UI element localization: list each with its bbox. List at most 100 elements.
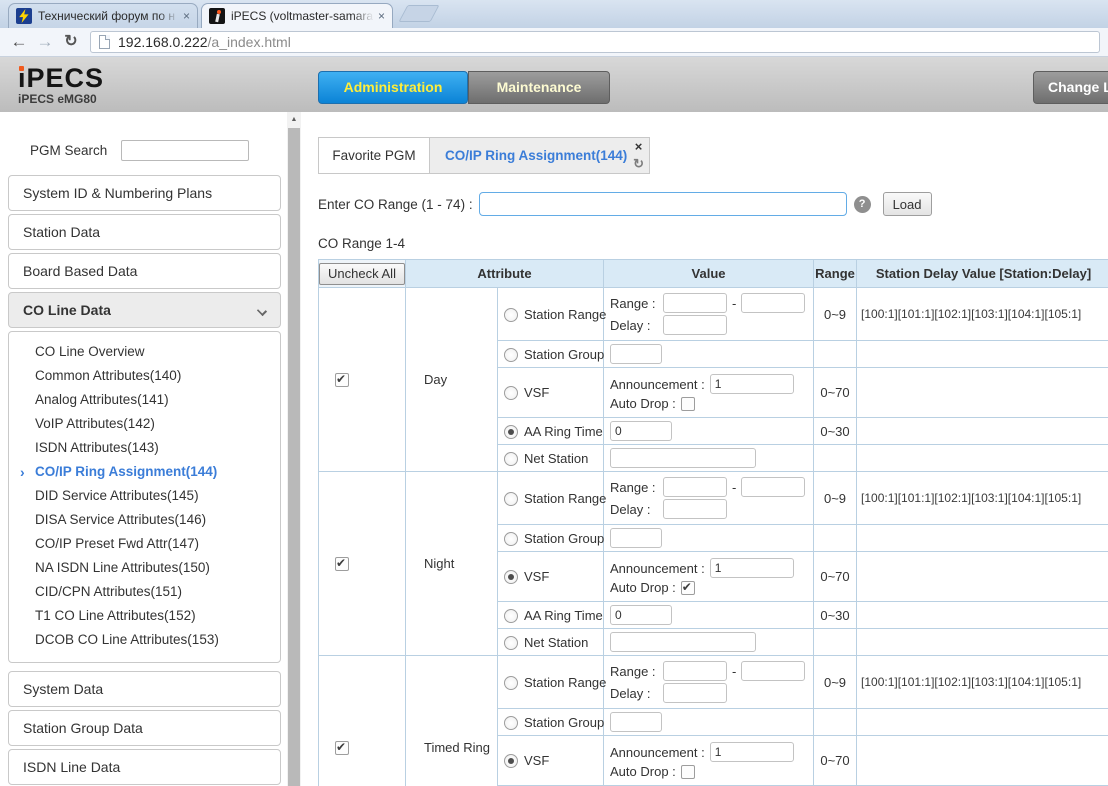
forum-favicon-icon — [16, 8, 32, 24]
help-icon[interactable]: ? — [854, 196, 871, 213]
night-auto-drop-checkbox[interactable] — [681, 581, 695, 595]
sidebar-item-system-data[interactable]: System Data — [8, 671, 281, 707]
sidebar-item-station-group-data[interactable]: Station Group Data — [8, 710, 281, 746]
logo-dot-icon — [19, 66, 24, 71]
station-delay-value: [100:1][101:1][102:1][103:1][104:1][105:… — [857, 288, 1108, 341]
header-range: Range — [814, 260, 857, 288]
scrollbar-thumb[interactable] — [288, 128, 300, 786]
forward-icon[interactable]: → — [32, 29, 58, 55]
uncheck-all-button[interactable]: Uncheck All — [319, 263, 405, 285]
browser-tab-bar: Технический форум по н × iPECS (voltmast… — [0, 0, 1108, 28]
day-vsf-radio[interactable] — [504, 386, 518, 400]
reload-icon[interactable]: ↻ — [58, 29, 84, 55]
day-station-range-radio[interactable] — [504, 308, 518, 322]
tab-close-icon[interactable]: × — [378, 9, 385, 23]
chevron-down-icon — [257, 306, 267, 316]
night-station-range-radio[interactable] — [504, 492, 518, 506]
lightning-icon — [18, 9, 30, 23]
range-value: 0~9 — [814, 288, 857, 341]
submenu-item-na-isdn-line[interactable]: NA ISDN Line Attributes(150) — [9, 556, 280, 580]
submenu-item-coip-ring-assignment[interactable]: › CO/IP Ring Assignment(144) — [9, 460, 280, 484]
day-aa-ring-time-input[interactable] — [610, 421, 672, 441]
tab-favorite-pgm[interactable]: Favorite PGM — [318, 137, 429, 174]
timed-ring-checkbox[interactable] — [335, 741, 349, 755]
night-delay-input[interactable] — [663, 499, 727, 519]
day-station-group-radio[interactable] — [504, 348, 518, 362]
night-checkbox[interactable] — [335, 557, 349, 571]
submenu-item-t1-co-line[interactable]: T1 CO Line Attributes(152) — [9, 604, 280, 628]
sidebar-item-co-line-data[interactable]: CO Line Data — [8, 292, 281, 328]
submenu-item-voip-attributes[interactable]: VoIP Attributes(142) — [9, 412, 280, 436]
change-language-button[interactable]: Change L — [1033, 71, 1108, 104]
tab-refresh-icon[interactable]: ↻ — [633, 157, 644, 171]
tab-title: Технический форум по н — [38, 9, 179, 23]
new-tab-button[interactable] — [398, 5, 439, 22]
night-aa-ring-time-input[interactable] — [610, 605, 672, 625]
pgm-search-input[interactable] — [121, 140, 249, 161]
day-station-group-input[interactable] — [610, 344, 662, 364]
day-announcement-input[interactable] — [710, 374, 794, 394]
browser-tab-ipecs[interactable]: iPECS (voltmaster-samara × — [201, 3, 393, 28]
sidebar-item-board-based-data[interactable]: Board Based Data — [8, 253, 281, 289]
night-range-from-input[interactable] — [663, 477, 727, 497]
submenu-item-co-line-overview[interactable]: CO Line Overview — [9, 340, 280, 364]
back-icon[interactable]: ← — [6, 29, 32, 55]
day-aa-ring-time-radio[interactable] — [504, 425, 518, 439]
timed-auto-drop-checkbox[interactable] — [681, 765, 695, 779]
submenu-item-cid-cpn[interactable]: CID/CPN Attributes(151) — [9, 580, 280, 604]
address-bar[interactable]: 192.168.0.222/a_index.html — [90, 31, 1100, 53]
timed-delay-input[interactable] — [663, 683, 727, 703]
co-range-input[interactable] — [479, 192, 847, 216]
day-checkbox-cell — [319, 288, 406, 472]
night-announcement-input[interactable] — [710, 558, 794, 578]
tab-close-icon[interactable]: × — [183, 9, 190, 23]
timed-station-group-radio[interactable] — [504, 716, 518, 730]
maintenance-button[interactable]: Maintenance — [468, 71, 610, 104]
sidebar-scrollbar[interactable]: ▲ — [287, 112, 301, 786]
submenu-item-isdn-attributes[interactable]: ISDN Attributes(143) — [9, 436, 280, 460]
night-vsf-radio[interactable] — [504, 570, 518, 584]
day-net-station-radio[interactable] — [504, 452, 518, 466]
day-auto-drop-checkbox[interactable] — [681, 397, 695, 411]
day-checkbox[interactable] — [335, 373, 349, 387]
night-aa-ring-time-radio[interactable] — [504, 609, 518, 623]
submenu-item-analog-attributes[interactable]: Analog Attributes(141) — [9, 388, 280, 412]
timed-ring-checkbox-cell — [319, 656, 406, 786]
submenu-item-dcob-co-line[interactable]: DCOB CO Line Attributes(153) — [9, 628, 280, 652]
night-checkbox-cell — [319, 472, 406, 656]
day-range-from-input[interactable] — [663, 293, 727, 313]
timed-range-to-input[interactable] — [741, 661, 805, 681]
co-range-label: Enter CO Range (1 - 74) : — [318, 197, 473, 212]
ipecs-favicon-icon — [209, 8, 225, 24]
browser-tab-forum[interactable]: Технический форум по н × — [8, 3, 198, 28]
submenu-item-disa-service[interactable]: DISA Service Attributes(146) — [9, 508, 280, 532]
scroll-up-icon[interactable]: ▲ — [287, 112, 301, 128]
timed-vsf-radio[interactable] — [504, 754, 518, 768]
sidebar-item-station-data[interactable]: Station Data — [8, 214, 281, 250]
night-station-group-input[interactable] — [610, 528, 662, 548]
night-range-to-input[interactable] — [741, 477, 805, 497]
day-delay-input[interactable] — [663, 315, 727, 335]
night-station-group-radio[interactable] — [504, 532, 518, 546]
sidebar-item-isdn-line-data[interactable]: ISDN Line Data — [8, 749, 281, 785]
tab-close-icon[interactable]: × — [635, 140, 643, 153]
submenu-item-common-attributes[interactable]: Common Attributes(140) — [9, 364, 280, 388]
range-value: 0~9 — [814, 656, 857, 709]
night-net-station-radio[interactable] — [504, 636, 518, 650]
submenu-item-coip-preset-fwd[interactable]: CO/IP Preset Fwd Attr(147) — [9, 532, 280, 556]
day-net-station-input[interactable] — [610, 448, 756, 468]
administration-button[interactable]: Administration — [318, 71, 468, 104]
submenu-item-did-service[interactable]: DID Service Attributes(145) — [9, 484, 280, 508]
range-value: 0~70 — [814, 368, 857, 418]
day-range-to-input[interactable] — [741, 293, 805, 313]
tab-coip-ring-assignment[interactable]: CO/IP Ring Assignment(144) × ↻ — [429, 137, 650, 174]
timed-station-group-input[interactable] — [610, 712, 662, 732]
product-name: iPECS eMG80 — [18, 92, 104, 106]
timed-station-range-radio[interactable] — [504, 676, 518, 690]
timed-announcement-input[interactable] — [710, 742, 794, 762]
block-label: Day — [406, 288, 498, 472]
sidebar-item-system-id[interactable]: System ID & Numbering Plans — [8, 175, 281, 211]
night-net-station-input[interactable] — [610, 632, 756, 652]
timed-range-from-input[interactable] — [663, 661, 727, 681]
load-button[interactable]: Load — [883, 192, 932, 216]
